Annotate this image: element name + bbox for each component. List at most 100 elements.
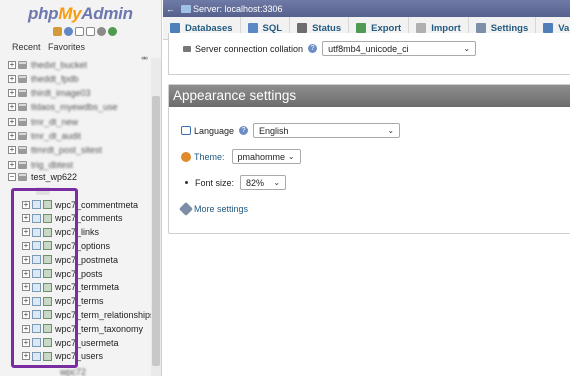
- collation-select[interactable]: utf8mb4_unicode_ci ⌄: [322, 41, 477, 56]
- language-icon: [181, 126, 191, 135]
- tab-label: Import: [431, 22, 461, 34]
- database-item[interactable]: + ttmrdt_post_sitest: [8, 144, 102, 157]
- fontsize-row: Font size: 82% ⌄: [181, 175, 287, 190]
- expand-icon[interactable]: +: [8, 117, 16, 126]
- database-icon: [18, 103, 27, 112]
- sql-icon: [247, 23, 258, 33]
- nav-tabs: Recent Favorites: [12, 42, 90, 52]
- settings-gear-icon[interactable]: [97, 27, 106, 36]
- database-item-expanded[interactable]: − test_wp622: [8, 170, 77, 183]
- wrench-icon: [475, 23, 486, 33]
- theme-icon: [181, 151, 191, 162]
- theme-link[interactable]: Theme:: [194, 152, 225, 162]
- link-with-main-icon[interactable]: ⚮: [141, 54, 148, 63]
- collation-label: Server connection collation: [195, 43, 304, 54]
- expand-icon[interactable]: +: [8, 89, 16, 98]
- database-icon: [18, 74, 27, 83]
- reload-icon[interactable]: [108, 27, 117, 36]
- database-label: test_wp622: [31, 171, 78, 182]
- chevron-down-icon: ⌄: [463, 44, 471, 53]
- expand-icon[interactable]: +: [8, 60, 16, 69]
- chevron-down-icon: ⌄: [273, 178, 281, 187]
- tab-label: Status: [312, 22, 342, 34]
- language-select[interactable]: English ⌄: [253, 123, 401, 138]
- theme-value: pmahomme: [237, 151, 286, 162]
- appearance-panel: Appearance settings Language ? English ⌄…: [168, 84, 570, 234]
- back-arrow-icon[interactable]: ←: [163, 4, 178, 14]
- bullet-icon: [185, 181, 188, 184]
- database-icon: [18, 117, 27, 126]
- server-icon: [181, 4, 191, 13]
- database-item[interactable]: + thedxt_bucket: [8, 58, 87, 71]
- database-label: wpc72: [60, 367, 87, 376]
- export-icon: [356, 23, 367, 33]
- language-help-icon[interactable]: ?: [239, 126, 249, 135]
- help-icon[interactable]: ?: [308, 44, 318, 53]
- appearance-title: Appearance settings: [169, 85, 570, 107]
- expand-icon[interactable]: +: [8, 103, 16, 112]
- more-settings-link[interactable]: More settings: [194, 204, 248, 214]
- expand-icon[interactable]: +: [8, 146, 16, 155]
- scroll-thumb[interactable]: [152, 96, 160, 366]
- database-label: tmr_dt_audit: [31, 131, 82, 141]
- database-item[interactable]: + thirdt_image03: [8, 87, 91, 100]
- database-item[interactable]: + tldaos_myewdbs_use: [8, 101, 118, 114]
- wrench-icon: [178, 201, 194, 217]
- server-label[interactable]: Server: localhost:3306: [193, 4, 283, 14]
- database-label: ttmrdt_post_sitest: [31, 145, 103, 156]
- variables-icon: [543, 23, 554, 33]
- language-value: English: [259, 125, 289, 136]
- collation-value: utf8mb4_unicode_ci: [328, 43, 409, 54]
- expand-icon[interactable]: +: [8, 74, 16, 83]
- theme-select[interactable]: pmahomme ⌄: [231, 149, 301, 164]
- fontsize-select[interactable]: 82% ⌄: [240, 175, 287, 190]
- highlight-box: [11, 188, 78, 368]
- database-label: thedxt_bucket: [31, 59, 88, 70]
- database-icon: [18, 160, 27, 169]
- tab-label: Va: [558, 22, 570, 34]
- fontsize-value: 82%: [246, 177, 265, 188]
- logo-admin: Admin: [81, 4, 133, 23]
- database-item[interactable]: + theddt_fpdb: [8, 72, 79, 85]
- recent-tab[interactable]: Recent: [12, 42, 41, 52]
- status-icon: [297, 23, 308, 33]
- collapse-icon[interactable]: −: [8, 172, 16, 181]
- tab-label: Databases: [185, 22, 233, 34]
- tab-label: Settings: [490, 22, 529, 34]
- language-row: Language ? English ⌄: [181, 123, 401, 138]
- expand-icon[interactable]: +: [8, 160, 16, 169]
- database-icon: [18, 132, 27, 140]
- expand-icon[interactable]: +: [8, 132, 16, 140]
- chevron-down-icon: ⌄: [387, 126, 395, 135]
- more-settings-row: More settings: [178, 201, 248, 217]
- theme-row: Theme: pmahomme ⌄: [181, 149, 301, 164]
- database-label: trig_dbtest: [31, 159, 74, 170]
- tab-label: Export: [371, 22, 402, 34]
- collation-icon: [183, 45, 191, 52]
- tab-label: SQL: [262, 22, 283, 34]
- nav-scrollbar[interactable]: [151, 58, 161, 376]
- logo-my: My: [58, 4, 82, 23]
- phpmyadmin-logo[interactable]: phpMyAdmin: [28, 4, 133, 24]
- server-breadcrumb: ← Server: localhost:3306: [163, 0, 570, 17]
- import-icon: [416, 23, 427, 33]
- collation-row: Server connection collation ? utf8mb4_un…: [183, 41, 477, 56]
- database-label: tldaos_myewdbs_use: [31, 102, 118, 113]
- language-label: Language: [194, 125, 235, 136]
- general-settings-panel: Server connection collation ? utf8mb4_un…: [168, 33, 570, 75]
- database-icon: [170, 23, 180, 33]
- database-icon: [18, 172, 27, 181]
- database-icon: [18, 146, 27, 155]
- chevron-down-icon: ⌄: [287, 152, 295, 161]
- database-item[interactable]: + tmr_dt_new: [8, 115, 78, 128]
- database-item[interactable]: + tmr_dt_audit: [8, 130, 81, 143]
- home-icon[interactable]: [53, 27, 62, 36]
- database-label: theddt_fpdb: [31, 73, 79, 84]
- fontsize-label: Font size:: [195, 177, 235, 188]
- help-icon[interactable]: [75, 27, 84, 36]
- database-icon: [18, 60, 27, 69]
- docs-icon[interactable]: [86, 27, 95, 36]
- favorites-tab[interactable]: Favorites: [48, 42, 85, 52]
- nav-icon-bar: [53, 27, 117, 36]
- logout-icon[interactable]: [64, 27, 73, 36]
